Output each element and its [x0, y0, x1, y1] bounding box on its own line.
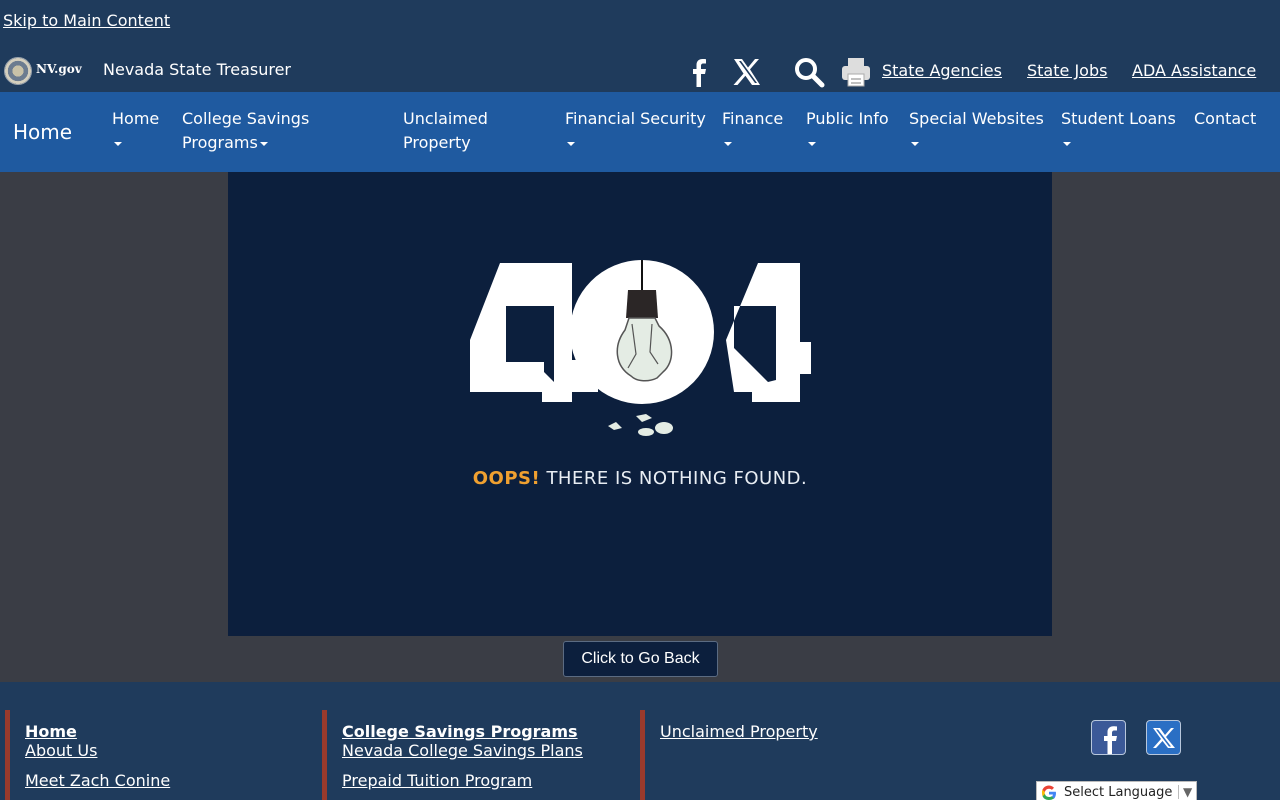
- oops-label: OOPS!: [472, 468, 541, 489]
- site-title[interactable]: Nevada State Treasurer: [103, 60, 291, 79]
- footer-column-unclaimed: Unclaimed Property: [640, 710, 940, 800]
- nav-item-student-loans[interactable]: Student Loans: [1061, 107, 1186, 155]
- footer-column-home: Home About Us Meet Zach Conine: [5, 710, 295, 800]
- footer-link-nevada-college-savings[interactable]: Nevada College Savings Plans: [342, 741, 622, 760]
- nav-item-financial-security[interactable]: Financial Security: [565, 107, 715, 155]
- error-404-graphic: [470, 260, 811, 436]
- search-icon[interactable]: [793, 56, 825, 92]
- ada-assistance-link[interactable]: ADA Assistance: [1132, 61, 1256, 80]
- state-jobs-link[interactable]: State Jobs: [1027, 61, 1107, 80]
- caret-down-icon: [567, 141, 575, 146]
- footer-facebook-icon[interactable]: [1091, 720, 1126, 755]
- footer-column-college-savings: College Savings Programs Nevada College …: [322, 710, 622, 800]
- x-twitter-icon[interactable]: [732, 56, 762, 92]
- glass-shard: [638, 428, 654, 436]
- state-agencies-link[interactable]: State Agencies: [882, 61, 1002, 80]
- language-select-label: Select Language: [1064, 785, 1173, 800]
- dropdown-arrow-icon: ▼: [1178, 785, 1192, 799]
- glass-shard: [655, 422, 673, 434]
- caret-down-icon: [1063, 141, 1071, 146]
- caret-down-icon: [808, 141, 816, 146]
- footer-heading-home[interactable]: Home: [25, 722, 295, 741]
- nav-item-finance[interactable]: Finance: [722, 107, 797, 155]
- facebook-icon[interactable]: [689, 56, 709, 92]
- error-message: OOPS! THERE IS NOTHING FOUND.: [228, 468, 1052, 489]
- print-icon[interactable]: [840, 56, 872, 92]
- footer-link-meet-zach[interactable]: Meet Zach Conine: [25, 771, 295, 790]
- four-right-glyph: [726, 263, 811, 402]
- nav-item-home[interactable]: Home: [112, 107, 172, 155]
- google-icon: [1041, 785, 1056, 800]
- footer-x-twitter-icon[interactable]: [1146, 720, 1181, 755]
- footer-link-prepaid-tuition[interactable]: Prepaid Tuition Program: [342, 771, 622, 790]
- go-back-button[interactable]: Click to Go Back: [563, 641, 718, 677]
- caret-down-icon: [911, 141, 919, 146]
- nav-item-public-info[interactable]: Public Info: [806, 107, 901, 155]
- nvgov-logo-text[interactable]: NV.gov: [36, 62, 82, 76]
- nav-item-college-savings[interactable]: College Savings Programs: [182, 107, 382, 155]
- nevada-seal-logo[interactable]: [4, 57, 32, 85]
- language-select[interactable]: Select Language ▼: [1036, 781, 1197, 800]
- nav-item-contact[interactable]: Contact: [1194, 107, 1274, 131]
- error-404-panel: OOPS! THERE IS NOTHING FOUND.: [228, 172, 1052, 636]
- footer-link-unclaimed-property[interactable]: Unclaimed Property: [660, 722, 940, 741]
- nav-item-unclaimed-property[interactable]: Unclaimed Property: [403, 107, 523, 155]
- nav-home-brand[interactable]: Home: [13, 120, 72, 144]
- nav-item-special-websites[interactable]: Special Websites: [909, 107, 1054, 155]
- glass-shard: [636, 414, 652, 422]
- caret-down-icon: [114, 141, 122, 146]
- footer-link-about-us[interactable]: About Us: [25, 741, 295, 760]
- caret-down-icon: [259, 141, 268, 146]
- skip-to-main-link[interactable]: Skip to Main Content: [3, 11, 170, 30]
- footer-heading-college-savings[interactable]: College Savings Programs: [342, 722, 622, 741]
- caret-down-icon: [724, 141, 732, 146]
- glass-shard: [608, 422, 622, 430]
- nothing-found-label: THERE IS NOTHING FOUND.: [546, 468, 808, 489]
